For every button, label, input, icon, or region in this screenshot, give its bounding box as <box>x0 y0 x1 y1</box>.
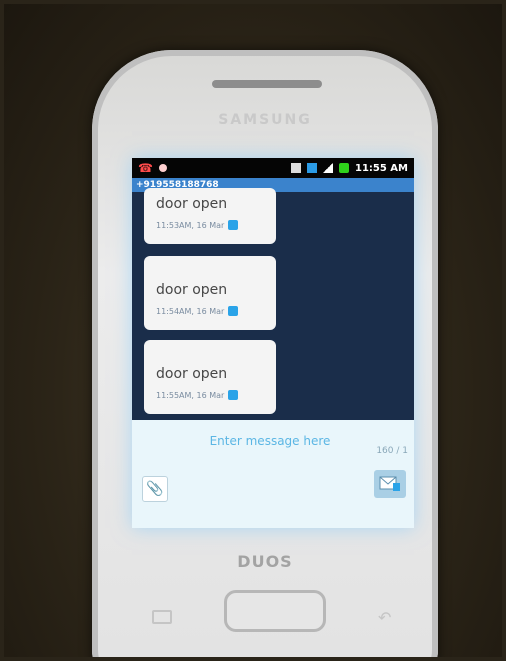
status-time: 11:55 AM <box>354 162 408 174</box>
message-text: door open <box>156 282 228 298</box>
signal-icon <box>322 163 333 173</box>
model-badge: DUOS <box>237 552 293 571</box>
char-counter: 160 / 1 <box>376 446 408 456</box>
home-button[interactable] <box>224 590 326 632</box>
brand-logo: SAMSUNG <box>218 112 312 128</box>
paperclip-icon: 📎 <box>146 481 164 497</box>
message-timestamp: 11:54AM, 16 Mar <box>156 306 225 316</box>
message-text: door open <box>156 366 228 382</box>
delivered-icon <box>228 306 239 316</box>
send-button[interactable] <box>374 470 406 498</box>
message-input[interactable]: Enter message here <box>180 434 360 448</box>
missed-call-icon: ☎ <box>138 161 153 175</box>
menu-key[interactable] <box>152 610 172 624</box>
status-bar: ☎ 11:55 AM <box>132 158 414 178</box>
gallery-icon <box>290 163 301 173</box>
phone-screen: ☎ 11:55 AM +919558188768 door open 11:53… <box>132 158 414 528</box>
message-bubble[interactable]: door open 11:55AM, 16 Mar <box>144 340 276 414</box>
message-thread[interactable]: door open 11:53AM, 16 Mar door open 11:5… <box>132 188 414 420</box>
photo-background: SAMSUNG ☎ 11:55 AM +919558188768 door op… <box>4 4 502 657</box>
phone-body: SAMSUNG ☎ 11:55 AM +919558188768 door op… <box>92 50 438 657</box>
message-composer: Enter message here 160 / 1 📎 <box>132 420 414 528</box>
send-message-icon <box>379 476 400 491</box>
back-key-icon[interactable]: ↶ <box>378 608 391 627</box>
message-timestamp: 11:53AM, 16 Mar <box>156 220 225 230</box>
message-bubble[interactable]: door open 11:54AM, 16 Mar <box>144 256 276 330</box>
delivered-icon <box>228 220 239 230</box>
message-bubble[interactable]: door open 11:53AM, 16 Mar <box>144 188 276 244</box>
notification-dot-icon <box>158 164 167 172</box>
battery-icon <box>338 163 349 173</box>
message-text: door open <box>156 196 228 212</box>
attach-button[interactable]: 📎 <box>142 476 168 502</box>
delivered-icon <box>228 390 239 400</box>
message-timestamp: 11:55AM, 16 Mar <box>156 390 225 400</box>
earpiece <box>212 80 322 88</box>
sim-icon <box>306 163 317 173</box>
